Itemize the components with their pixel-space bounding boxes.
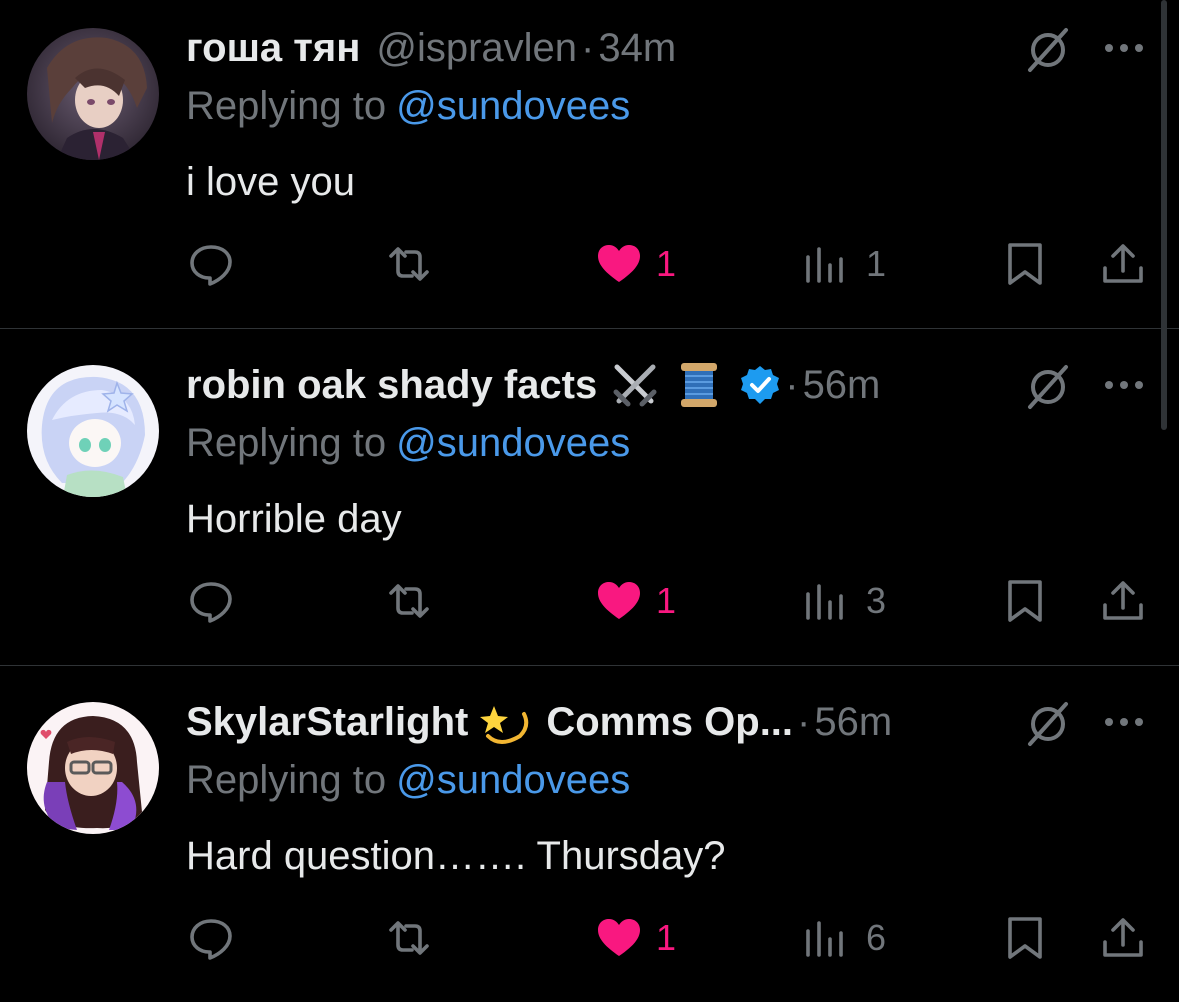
user-handle[interactable]: @ispravlen xyxy=(376,26,577,71)
like-count: 1 xyxy=(656,243,677,284)
bookmark-button[interactable] xyxy=(1002,240,1048,288)
grok-slash-icon[interactable] xyxy=(1024,363,1072,411)
like-button[interactable]: 1 xyxy=(596,240,676,288)
tweet-divider xyxy=(0,328,1179,329)
bookmark-icon xyxy=(1008,243,1042,285)
crossed-swords-icon xyxy=(609,359,661,411)
replying-prefix: Replying to xyxy=(186,421,387,465)
tweet-divider xyxy=(0,665,1179,666)
share-button[interactable] xyxy=(1100,914,1146,962)
thread-spool-icon xyxy=(673,359,725,411)
action-bar: 1 6 xyxy=(0,910,1179,966)
tweet-header: SkylarStarlight Comms Op... · 56m xyxy=(186,696,892,748)
retweet-icon xyxy=(389,921,429,955)
reply-button[interactable] xyxy=(188,240,234,288)
bookmark-button[interactable] xyxy=(1002,914,1048,962)
tweet-header: гоша тян @ispravlen · 34m xyxy=(186,22,676,74)
bookmark-icon xyxy=(1008,580,1042,622)
reply-bubble-icon xyxy=(190,245,232,286)
avatar[interactable] xyxy=(27,28,159,160)
reply-bubble-icon xyxy=(190,582,232,623)
share-icon xyxy=(1103,581,1143,620)
separator-dot: · xyxy=(797,699,811,744)
display-name-suffix[interactable]: Comms Op... xyxy=(546,700,793,745)
bookmark-button[interactable] xyxy=(1002,577,1048,625)
share-icon xyxy=(1103,244,1143,283)
mention-link[interactable]: @sundovees xyxy=(396,758,630,802)
replying-prefix: Replying to xyxy=(186,84,387,128)
more-dots-icon[interactable] xyxy=(1102,373,1146,397)
retweet-icon xyxy=(389,247,429,281)
timestamp[interactable]: 56m xyxy=(814,700,892,745)
more-dots-icon[interactable] xyxy=(1102,710,1146,734)
tweet-text: i love you xyxy=(186,160,355,204)
scrollbar[interactable] xyxy=(1161,0,1167,430)
views-button[interactable]: 1 xyxy=(802,240,886,288)
views-bar-chart-icon xyxy=(806,584,843,620)
display-name[interactable]: гоша тян xyxy=(186,26,360,71)
replying-to: Replying to @sundovees xyxy=(186,421,630,466)
tweet-header: robin oak shady facts · 56m xyxy=(186,359,880,411)
dizzy-star-icon xyxy=(480,696,532,748)
bookmark-icon xyxy=(1008,917,1042,959)
heart-icon xyxy=(598,582,640,619)
separator-dot: · xyxy=(785,362,799,407)
heart-icon xyxy=(598,245,640,282)
reply-button[interactable] xyxy=(188,914,234,962)
replying-to: Replying to @sundovees xyxy=(186,758,630,803)
reply-tweet[interactable]: robin oak shady facts · 56m Replying to … xyxy=(0,337,1179,665)
retweet-icon xyxy=(389,584,429,618)
views-count: 6 xyxy=(866,917,887,958)
action-bar: 1 1 xyxy=(0,236,1179,292)
like-button[interactable]: 1 xyxy=(596,577,676,625)
views-count: 1 xyxy=(866,243,887,284)
timestamp[interactable]: 56m xyxy=(803,363,881,408)
heart-icon xyxy=(598,919,640,956)
like-count: 1 xyxy=(656,917,677,958)
views-count: 3 xyxy=(866,580,887,621)
action-bar: 1 3 xyxy=(0,573,1179,629)
reply-tweet[interactable]: SkylarStarlight Comms Op... · 56m Replyi… xyxy=(0,674,1179,1002)
retweet-button[interactable] xyxy=(386,914,432,962)
replying-to: Replying to @sundovees xyxy=(186,84,630,129)
grok-slash-icon[interactable] xyxy=(1024,26,1072,74)
share-icon xyxy=(1103,918,1143,957)
share-button[interactable] xyxy=(1100,577,1146,625)
retweet-button[interactable] xyxy=(386,577,432,625)
display-name[interactable]: robin oak shady facts xyxy=(186,363,597,408)
tweet-text: Horrible day xyxy=(186,497,402,541)
avatar[interactable] xyxy=(27,365,159,497)
reply-button[interactable] xyxy=(188,577,234,625)
verified-badge-icon[interactable] xyxy=(739,364,781,406)
replying-prefix: Replying to xyxy=(186,758,387,802)
like-count: 1 xyxy=(656,580,677,621)
tweet-text: Hard question……. Thursday? xyxy=(186,834,726,878)
share-button[interactable] xyxy=(1100,240,1146,288)
views-bar-chart-icon xyxy=(806,921,843,957)
separator-dot: · xyxy=(581,25,595,70)
timestamp[interactable]: 34m xyxy=(598,26,676,71)
views-button[interactable]: 3 xyxy=(802,577,886,625)
reply-tweet[interactable]: гоша тян @ispravlen · 34m Replying to @su… xyxy=(0,0,1179,328)
grok-slash-icon[interactable] xyxy=(1024,700,1072,748)
views-bar-chart-icon xyxy=(806,247,843,283)
reply-bubble-icon xyxy=(190,919,232,960)
reply-feed: гоша тян @ispravlen · 34m Replying to @su… xyxy=(0,0,1179,996)
mention-link[interactable]: @sundovees xyxy=(396,84,630,128)
display-name[interactable]: SkylarStarlight xyxy=(186,700,468,745)
mention-link[interactable]: @sundovees xyxy=(396,421,630,465)
retweet-button[interactable] xyxy=(386,240,432,288)
more-dots-icon[interactable] xyxy=(1102,36,1146,60)
avatar[interactable] xyxy=(27,702,159,834)
like-button[interactable]: 1 xyxy=(596,914,676,962)
views-button[interactable]: 6 xyxy=(802,914,886,962)
